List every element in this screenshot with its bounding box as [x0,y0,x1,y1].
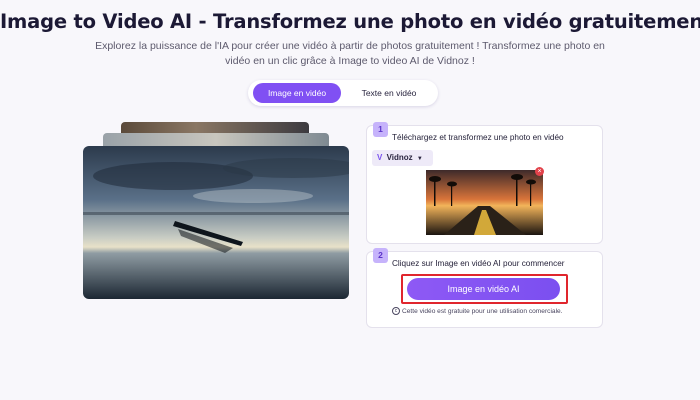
tab-image-to-video[interactable]: Image en vidéo [253,83,341,103]
step1-text: Téléchargez et transformez une photo en … [392,133,564,142]
model-select-value: Vidnoz [386,153,413,162]
image-to-video-ai-button[interactable]: Image en vidéo AI [407,278,560,300]
vidnoz-logo-icon: V [377,153,383,162]
step2-badge: 2 [373,248,388,263]
close-icon[interactable]: × [535,167,544,176]
model-select[interactable]: V Vidnoz ▼ [372,150,433,166]
mode-tabs: Image en vidéo Texte en vidéo [248,80,438,106]
commercial-use-note-text: Cette vidéo est gratuite pour une utilis… [402,307,563,315]
subtitle-line-2: vidéo en un clic grâce à Image to video … [225,55,475,67]
page-subtitle: Explorez la puissance de l'IA pour créer… [60,39,640,69]
step2-text: Cliquez sur Image en vidéo AI pour comme… [392,259,565,268]
commercial-use-note: c Cette vidéo est gratuite pour une utili… [392,307,563,315]
step1-badge: 1 [373,122,388,137]
page-title: Image to Video AI - Transformez une phot… [0,10,700,33]
copyright-icon: c [392,307,400,315]
subtitle-line-1: Explorez la puissance de l'IA pour créer… [95,40,605,52]
sample-photo [83,146,349,299]
uploaded-image-thumbnail [426,170,543,235]
chevron-down-icon: ▼ [416,156,423,162]
tab-text-to-video[interactable]: Texte en vidéo [346,83,432,103]
